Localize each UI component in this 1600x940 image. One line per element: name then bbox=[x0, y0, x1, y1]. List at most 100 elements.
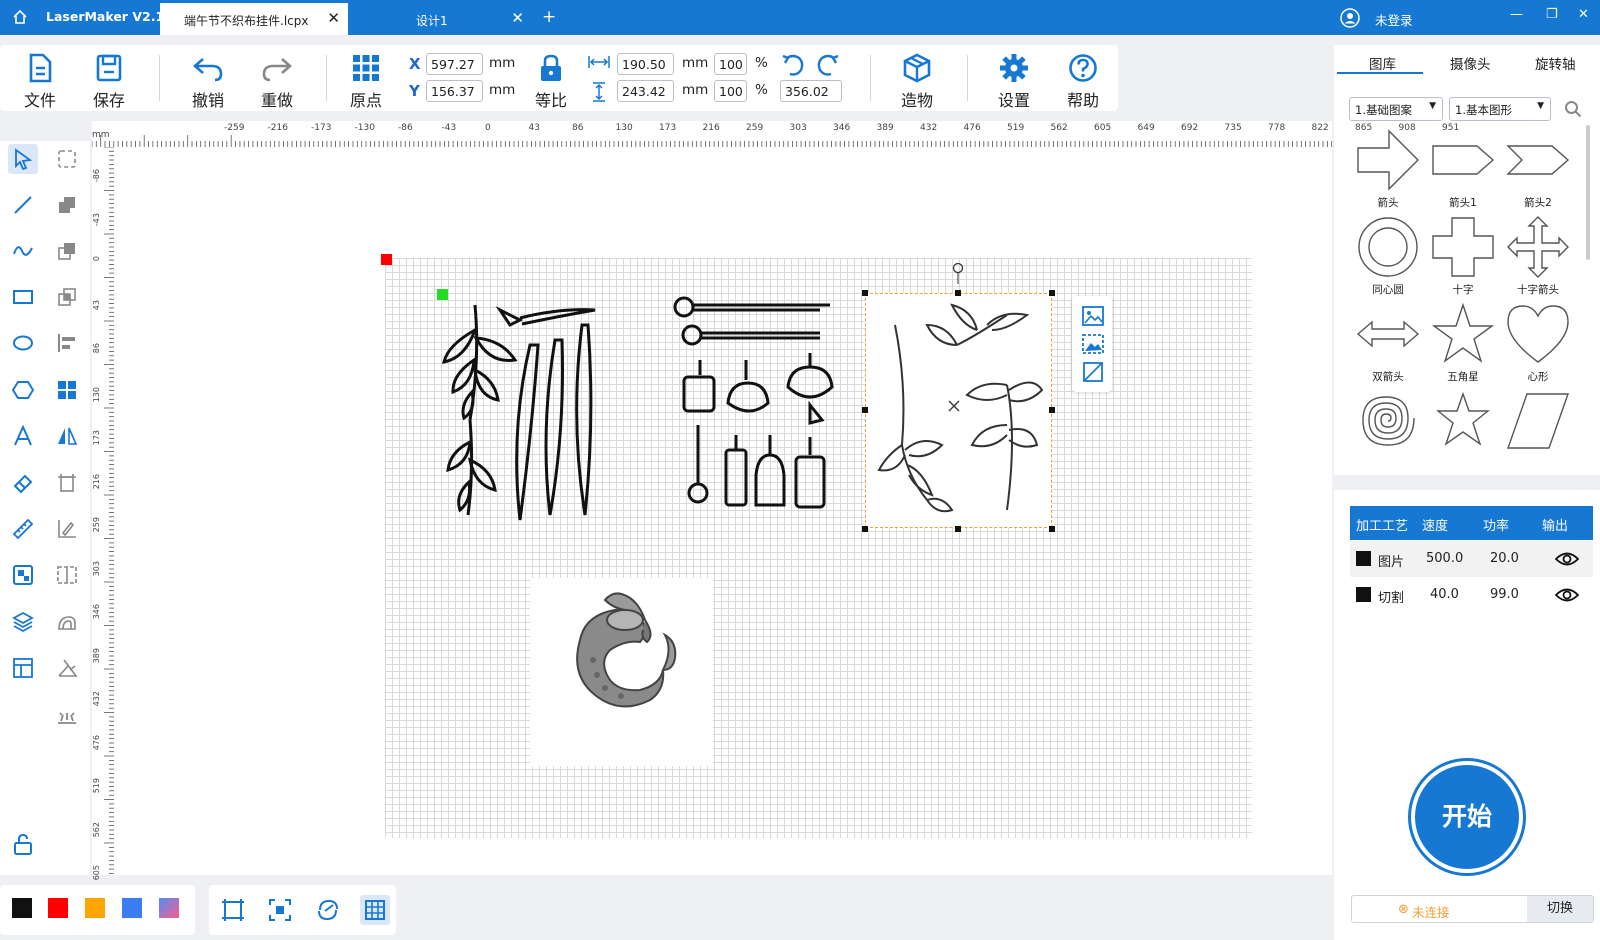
ellipse-tool[interactable] bbox=[8, 328, 38, 358]
image-icon[interactable] bbox=[1082, 306, 1104, 326]
start-button[interactable]: 开始 bbox=[1411, 761, 1523, 873]
rotation-input[interactable]: 356.02 bbox=[780, 80, 842, 102]
resize-handle-top-right[interactable] bbox=[1049, 290, 1055, 296]
layer-row-cut[interactable]: 切割 40.0 99.0 bbox=[1350, 577, 1593, 613]
color-swatch-orange[interactable] bbox=[85, 898, 105, 918]
select-tool[interactable] bbox=[8, 144, 38, 174]
crop-icon[interactable] bbox=[1082, 362, 1104, 382]
resize-handle-top-left[interactable] bbox=[862, 290, 868, 296]
shape-star[interactable]: 五角星 bbox=[1428, 302, 1498, 384]
make-button[interactable]: 造物 bbox=[887, 51, 947, 110]
height-percent-input[interactable]: 100 bbox=[714, 80, 747, 102]
x-position-input[interactable]: 597.27 bbox=[426, 53, 483, 75]
template-tool[interactable] bbox=[8, 653, 38, 683]
close-icon[interactable]: ✕ bbox=[327, 9, 340, 27]
measure-tool[interactable] bbox=[8, 514, 38, 544]
align-tool[interactable] bbox=[52, 328, 82, 358]
fit-frame-icon[interactable] bbox=[221, 898, 245, 922]
subcategory-dropdown[interactable]: 1.基本图形 ▼ bbox=[1449, 97, 1551, 121]
shape-double-arrow[interactable]: 双箭头 bbox=[1353, 302, 1423, 384]
library-scrollbar[interactable] bbox=[1586, 125, 1590, 260]
boolean-subtract-tool[interactable] bbox=[52, 236, 82, 266]
category-dropdown[interactable]: 1.基础图案 ▼ bbox=[1349, 97, 1443, 121]
window-close-icon[interactable]: ✕ bbox=[1578, 7, 1589, 22]
offset-tool[interactable] bbox=[52, 607, 82, 637]
eraser-tool[interactable] bbox=[8, 468, 38, 498]
color-swatch-black[interactable] bbox=[12, 898, 32, 918]
bend-tool[interactable] bbox=[52, 653, 82, 683]
shape-arrow1[interactable]: 箭头1 bbox=[1428, 128, 1498, 210]
resize-handle-right[interactable] bbox=[1049, 407, 1055, 413]
tab-camera[interactable]: 摄像头 bbox=[1450, 53, 1491, 73]
layer-speed[interactable]: 500.0 bbox=[1426, 551, 1463, 566]
shape-cross[interactable]: 十字 bbox=[1428, 215, 1498, 297]
array-tool[interactable] bbox=[52, 375, 82, 405]
layer-color-swatch[interactable] bbox=[1356, 551, 1371, 566]
color-swatch-blue[interactable] bbox=[122, 898, 142, 918]
layer-color-swatch[interactable] bbox=[1356, 587, 1371, 602]
user-avatar-icon[interactable] bbox=[1340, 8, 1360, 28]
image-trace-icon[interactable] bbox=[1082, 334, 1104, 354]
layer-speed[interactable]: 40.0 bbox=[1430, 587, 1459, 602]
tab-current-file[interactable]: 端午节不织布挂件.lcpx ✕ bbox=[160, 3, 348, 35]
rotate-cw-icon[interactable] bbox=[815, 53, 841, 79]
height-input[interactable]: 243.42 bbox=[617, 80, 674, 102]
curve-tool[interactable] bbox=[8, 236, 38, 266]
split-tool[interactable] bbox=[52, 560, 82, 590]
boolean-intersect-tool[interactable] bbox=[52, 282, 82, 312]
frame-tool[interactable] bbox=[52, 468, 82, 498]
shape-parallelogram[interactable] bbox=[1503, 389, 1573, 456]
tab-library[interactable]: 图库 bbox=[1369, 53, 1396, 73]
image-tool[interactable] bbox=[8, 560, 38, 590]
shape-arrow[interactable]: 箭头 bbox=[1353, 128, 1423, 210]
new-tab-icon[interactable]: + bbox=[542, 7, 556, 27]
origin-button[interactable]: 原点 bbox=[336, 51, 396, 110]
color-swatch-red[interactable] bbox=[48, 898, 68, 918]
line-tool[interactable] bbox=[8, 190, 38, 220]
layers-tool[interactable] bbox=[8, 607, 38, 637]
shape-cross-arrow[interactable]: 十字箭头 bbox=[1503, 215, 1573, 297]
unlock-tool[interactable] bbox=[8, 829, 38, 859]
width-percent-input[interactable]: 100 bbox=[714, 53, 747, 75]
rotate-ccw-icon[interactable] bbox=[780, 53, 806, 79]
restore-icon[interactable]: ❐ bbox=[1546, 7, 1558, 22]
tab-rotary[interactable]: 旋转轴 bbox=[1535, 53, 1576, 73]
resize-handle-left[interactable] bbox=[862, 407, 868, 413]
settings-button[interactable]: 设置 bbox=[984, 51, 1044, 110]
width-input[interactable]: 190.50 bbox=[617, 53, 674, 75]
login-status[interactable]: 未登录 bbox=[1375, 10, 1413, 29]
rectangle-tool[interactable] bbox=[8, 282, 38, 312]
resize-handle-bottom[interactable] bbox=[955, 526, 961, 532]
redo-button[interactable]: 重做 bbox=[247, 51, 307, 110]
close-icon[interactable]: ✕ bbox=[511, 9, 524, 27]
pendant-artwork[interactable] bbox=[670, 295, 845, 520]
eye-icon[interactable] bbox=[1555, 587, 1579, 603]
color-swatch-gradient[interactable] bbox=[159, 898, 179, 918]
leaf-artwork[interactable] bbox=[440, 300, 610, 530]
shape-concentric-circle[interactable]: 同心圆 bbox=[1353, 215, 1423, 297]
pan-icon[interactable] bbox=[316, 898, 340, 922]
sign-tool[interactable] bbox=[52, 514, 82, 544]
focus-selection-icon[interactable] bbox=[268, 898, 292, 922]
boolean-union-tool[interactable] bbox=[52, 190, 82, 220]
mirror-tool[interactable] bbox=[52, 421, 82, 451]
shape-six-point-star[interactable] bbox=[1428, 389, 1498, 456]
laser-tool[interactable] bbox=[52, 699, 82, 729]
switch-button[interactable]: 切换 bbox=[1527, 896, 1593, 922]
eye-icon[interactable] bbox=[1555, 551, 1579, 567]
shape-heart[interactable]: 心形 bbox=[1503, 302, 1573, 384]
home-icon[interactable] bbox=[12, 9, 28, 25]
help-button[interactable]: 帮助 bbox=[1053, 51, 1113, 110]
node-edit-tool[interactable] bbox=[52, 144, 82, 174]
minimize-icon[interactable]: — bbox=[1510, 7, 1523, 22]
y-position-input[interactable]: 156.37 bbox=[426, 80, 483, 102]
undo-button[interactable]: 撤销 bbox=[178, 51, 238, 110]
shape-spiral[interactable] bbox=[1353, 389, 1423, 456]
rotate-handle-icon[interactable] bbox=[951, 262, 965, 284]
resize-handle-top[interactable] bbox=[955, 290, 961, 296]
layer-row-image[interactable]: 图片 500.0 20.0 bbox=[1350, 541, 1593, 577]
polygon-tool[interactable] bbox=[8, 375, 38, 405]
tab-design1[interactable]: 设计1 ✕ bbox=[350, 3, 532, 35]
layer-power[interactable]: 99.0 bbox=[1490, 587, 1519, 602]
lock-ratio-button[interactable]: 等比 bbox=[521, 51, 581, 110]
